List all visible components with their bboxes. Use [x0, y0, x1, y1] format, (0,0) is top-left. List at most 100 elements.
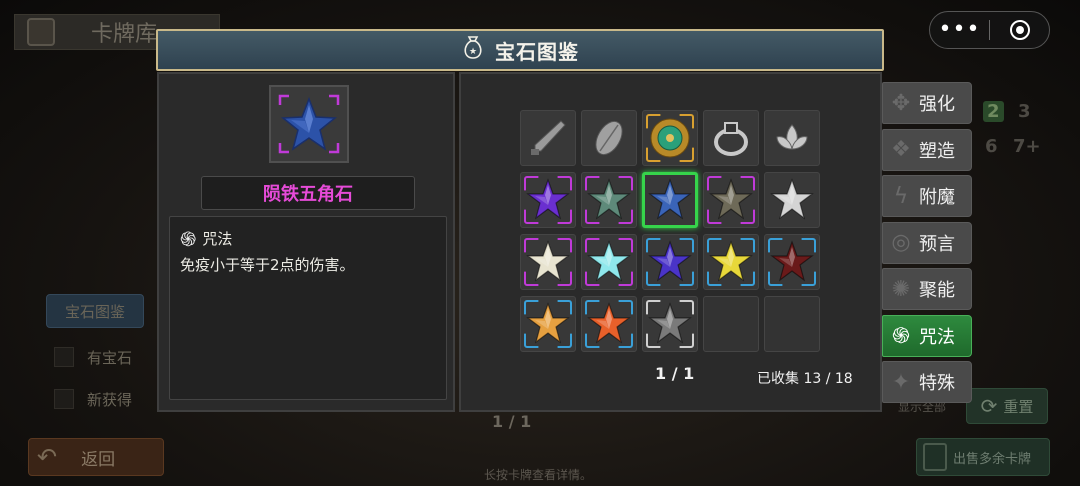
- gem-slot[interactable]: [581, 172, 637, 228]
- gem-slot[interactable]: [520, 296, 576, 352]
- star-gem-icon: [525, 177, 571, 223]
- disc-icon: [647, 115, 693, 161]
- gem-codex-title: 宝石图鉴: [495, 39, 579, 64]
- tab-icon: ϟ: [893, 183, 909, 209]
- bg-filter-new: 新获得: [46, 382, 144, 416]
- money-bag-icon: ★: [461, 34, 485, 66]
- gem-description-box: ֍ 咒法 免疫小于等于2点的伤害。: [169, 216, 447, 400]
- bg-back-label: 返回: [81, 449, 116, 470]
- category-tabs: ✥ 强化 ❖ 塑造 ϟ 附魔 ◎ 预言 ✺ 聚能 ֍ 咒法 ✦ 特殊: [882, 82, 972, 408]
- dagger-icon: [525, 115, 571, 161]
- tab-4[interactable]: ◎ 预言: [882, 221, 972, 264]
- gem-grid-panel: 1 / 1 已收集 13 / 18: [459, 72, 882, 412]
- gem-slot[interactable]: [642, 296, 698, 352]
- bg-cost-number: 3: [1018, 101, 1031, 122]
- back-arrow-icon: ↶: [37, 443, 58, 471]
- tab-label: 预言: [919, 233, 955, 255]
- bg-sell-button: 出售多余卡牌: [916, 438, 1050, 476]
- star-gem-icon: [586, 239, 632, 285]
- bg-sell-label: 出售多余卡牌: [953, 451, 1032, 467]
- tab-label: 附魔: [919, 187, 955, 208]
- bg-reset-label: 重置: [1003, 397, 1034, 416]
- bg-cost-number: 6: [985, 136, 998, 157]
- card-icon: [923, 443, 947, 471]
- tab-3[interactable]: ϟ 附魔: [882, 175, 972, 217]
- ring-icon: [708, 115, 754, 161]
- lotus-icon: [769, 115, 815, 161]
- star-gem-icon: [647, 177, 693, 223]
- gem-type-label: 咒法: [202, 230, 233, 248]
- bg-gem-codex-tab: 宝石图鉴: [46, 294, 144, 328]
- collected-count: 已收集 13 / 18: [757, 371, 853, 387]
- star-gem-icon: [586, 301, 632, 347]
- selected-gem-frame: [269, 85, 349, 163]
- star-gem-icon: [525, 239, 571, 285]
- gem-slot[interactable]: [703, 234, 759, 290]
- tab-icon: ❖: [891, 137, 911, 162]
- star-gem-icon: [769, 177, 815, 223]
- gem-codex-header: ★ 宝石图鉴: [156, 29, 884, 71]
- close-miniprogram-button[interactable]: [990, 20, 1049, 40]
- bg-filter-new-label: 新获得: [86, 390, 132, 409]
- selected-gem-icon: [277, 93, 341, 155]
- tab-icon: ✥: [891, 90, 911, 116]
- gem-slot[interactable]: [581, 110, 637, 166]
- tab-2[interactable]: ❖ 塑造: [882, 128, 972, 171]
- gem-slot[interactable]: [764, 110, 820, 166]
- tab-label: 塑造: [919, 140, 955, 162]
- bg-cost-number: 7+: [1013, 136, 1041, 157]
- gem-slot[interactable]: [642, 110, 698, 166]
- target-icon: [1009, 20, 1030, 40]
- gem-slot[interactable]: [642, 234, 698, 290]
- tab-icon: ✺: [891, 276, 911, 302]
- gem-grid: [520, 110, 820, 352]
- gem-slot[interactable]: [520, 172, 576, 228]
- selected-gem-name: 陨铁五角石: [201, 176, 415, 210]
- tab-1[interactable]: ✥ 强化: [882, 82, 972, 124]
- tab-7[interactable]: ✦ 特殊: [882, 361, 972, 403]
- bg-filter-has-gem: 有宝石: [46, 340, 144, 374]
- tab-icon: ֍: [892, 324, 910, 349]
- gem-slot[interactable]: [520, 234, 576, 290]
- grid-page-indicator: 1 / 1: [655, 364, 695, 383]
- star-gem-icon: [708, 177, 754, 223]
- star-gem-icon: [769, 239, 815, 285]
- gem-slot[interactable]: [581, 234, 637, 290]
- tab-icon: ◎: [891, 230, 911, 255]
- bg-checkbox: [54, 389, 74, 409]
- gem-slot[interactable]: [703, 172, 759, 228]
- gem-slot[interactable]: [764, 172, 820, 228]
- bg-reset-button: ⟳ 重置: [966, 388, 1048, 424]
- bg-filter-has-gem-label: 有宝石: [86, 348, 132, 367]
- tab-label: 强化: [919, 94, 955, 115]
- miniprogram-capsule: •••: [929, 11, 1050, 49]
- gem-slot-empty: [764, 296, 820, 352]
- gem-slot[interactable]: [703, 110, 759, 166]
- tab-icon: ✦: [891, 369, 911, 395]
- bg-cost-number: 2: [983, 101, 1004, 122]
- bg-back-button: ↶ 返回: [28, 438, 164, 476]
- reset-icon: ⟳: [980, 394, 998, 418]
- gem-type-row: ֍ 咒法: [180, 225, 436, 252]
- gem-slot[interactable]: [642, 172, 698, 228]
- more-button[interactable]: •••: [930, 19, 989, 41]
- tab-5[interactable]: ✺ 聚能: [882, 268, 972, 310]
- star-gem-icon: [525, 301, 571, 347]
- tab-6[interactable]: ֍ 咒法: [882, 314, 972, 357]
- bg-hint-text: 长按卡牌查看详情。: [484, 468, 593, 482]
- star-gem-icon: [708, 239, 754, 285]
- svg-text:★: ★: [469, 47, 477, 57]
- bg-page-indicator: 1 / 1: [492, 412, 532, 431]
- star-gem-icon: [586, 177, 632, 223]
- gem-slot[interactable]: [520, 110, 576, 166]
- gem-detail-panel: 陨铁五角石 ֍ 咒法 免疫小于等于2点的伤害。: [157, 72, 455, 412]
- gem-slot[interactable]: [764, 234, 820, 290]
- tab-label: 特殊: [919, 373, 955, 394]
- gem-slot-empty: [703, 296, 759, 352]
- star-gem-icon: [647, 239, 693, 285]
- gem-slot[interactable]: [581, 296, 637, 352]
- tab-label: 咒法: [919, 326, 955, 348]
- tab-label: 聚能: [919, 280, 955, 301]
- library-title: 卡牌库: [91, 22, 158, 47]
- bg-checkbox: [54, 347, 74, 367]
